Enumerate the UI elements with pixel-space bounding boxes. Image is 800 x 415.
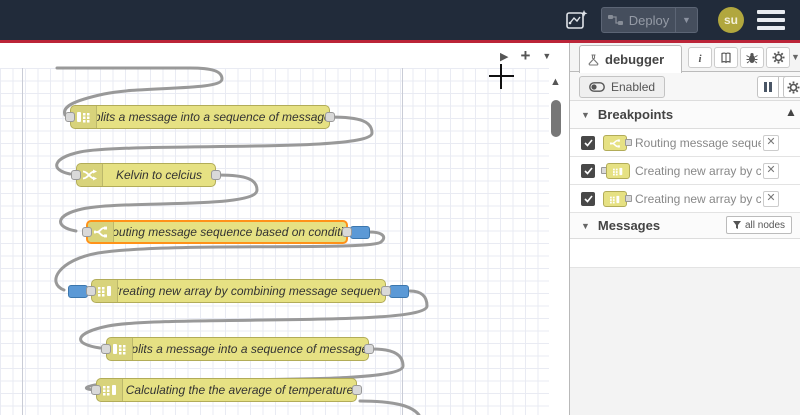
enabled-label: Enabled bbox=[611, 80, 656, 94]
user-avatar[interactable]: su bbox=[718, 7, 744, 33]
messages-empty-row bbox=[570, 239, 800, 268]
breakpoint-label: Creating new array by combini bbox=[635, 164, 761, 178]
deploy-options-chevron[interactable]: ▼ bbox=[675, 8, 697, 32]
node-label: Splits a message into a sequence of mess… bbox=[97, 110, 329, 124]
node-label: Splits a message into a sequence of mess… bbox=[133, 342, 368, 356]
sidebar-tabs-chevron-icon[interactable]: ▼ bbox=[791, 52, 800, 62]
chevron-down-icon: ▼ bbox=[581, 220, 590, 231]
canvas-scrollbar-thumb[interactable] bbox=[551, 100, 561, 137]
messages-section-header[interactable]: ▼ Messages all nodes bbox=[570, 213, 800, 239]
flow-list-chevron-icon[interactable]: ▼ bbox=[542, 51, 551, 61]
tab-debugger[interactable]: debugger bbox=[579, 45, 682, 73]
input-breakpoint-marker[interactable] bbox=[68, 285, 88, 298]
input-port[interactable] bbox=[86, 286, 96, 296]
input-port[interactable] bbox=[82, 227, 92, 237]
switch-node-mini-icon bbox=[603, 135, 627, 151]
output-port[interactable] bbox=[364, 344, 374, 354]
join-node-mini-icon bbox=[606, 163, 630, 179]
breakpoint-checkbox[interactable] bbox=[581, 136, 595, 150]
input-port[interactable] bbox=[101, 344, 111, 354]
breakpoint-row: Creating new array by combini ✕ bbox=[570, 157, 800, 185]
flow-node-split[interactable]: Splits a message into a sequence of mess… bbox=[65, 105, 335, 129]
canvas-scroll-up-icon[interactable]: ▲ bbox=[550, 76, 561, 88]
input-port[interactable] bbox=[71, 170, 81, 180]
canvas-boundary-line bbox=[22, 68, 23, 415]
help-tab-button[interactable] bbox=[714, 47, 738, 68]
flow-node-join[interactable]: Creating new array by combining message … bbox=[68, 279, 409, 303]
breakpoint-checkbox[interactable] bbox=[581, 164, 595, 178]
filter-icon bbox=[733, 221, 741, 229]
node-red-app: Deploy ▼ su ▶ + ▼ ▲ Splits a message int… bbox=[0, 0, 800, 415]
input-port[interactable] bbox=[91, 385, 101, 395]
input-port[interactable] bbox=[65, 112, 75, 122]
messages-filter-button[interactable]: all nodes bbox=[726, 216, 793, 234]
gear-icon bbox=[772, 51, 784, 64]
info-tab-button[interactable]: i bbox=[688, 47, 712, 68]
svg-text:i: i bbox=[698, 53, 702, 64]
tab-debugger-label: debugger bbox=[605, 52, 665, 67]
flow-node-switch[interactable]: Routing message sequence based on condit… bbox=[82, 220, 370, 244]
flow-node-change[interactable]: Kelvin to celcius bbox=[71, 163, 221, 187]
flow-node-join[interactable]: Calculating the the average of temperatu… bbox=[91, 378, 362, 402]
flow-export-button[interactable] bbox=[561, 6, 593, 34]
breakpoint-row: Creating new array by combini ✕ bbox=[570, 185, 800, 213]
toggle-icon bbox=[589, 82, 605, 92]
filter-label: all nodes bbox=[745, 219, 786, 231]
flow-export-icon bbox=[566, 10, 588, 29]
debugger-settings-button[interactable] bbox=[783, 76, 800, 98]
remove-breakpoint-button[interactable]: ✕ bbox=[763, 163, 779, 179]
flow-canvas[interactable]: ▶ + ▼ ▲ Splits a message into a sequence… bbox=[0, 43, 567, 415]
header-bar: Deploy ▼ su bbox=[0, 0, 800, 40]
sidebar-scroll-up-icon[interactable]: ▲ bbox=[785, 105, 797, 119]
node-label: Creating new array by combining message … bbox=[118, 284, 385, 298]
breakpoint-label: Creating new array by combini bbox=[635, 192, 761, 206]
output-breakpoint-marker[interactable] bbox=[350, 226, 370, 239]
deploy-label: Deploy bbox=[628, 12, 670, 28]
output-port[interactable] bbox=[342, 227, 352, 237]
output-port[interactable] bbox=[211, 170, 221, 180]
node-label: Kelvin to celcius bbox=[115, 168, 203, 182]
breakpoint-checkbox[interactable] bbox=[581, 192, 595, 206]
crosshair-cursor bbox=[489, 64, 514, 89]
pause-icon bbox=[764, 82, 772, 92]
right-sidebar: i ▼ debugger Enabled ▼ Breakpoints ▲ Rou… bbox=[569, 43, 800, 415]
flask-icon bbox=[588, 53, 599, 66]
info-icon: i bbox=[698, 53, 702, 64]
node-label: Calculating the the average of temperatu… bbox=[125, 383, 354, 397]
output-port[interactable] bbox=[325, 112, 335, 122]
pause-button[interactable] bbox=[757, 76, 778, 98]
add-flow-icon[interactable]: + bbox=[520, 46, 530, 66]
debugger-enabled-toggle[interactable]: Enabled bbox=[579, 76, 666, 98]
config-tab-button[interactable] bbox=[766, 47, 790, 68]
messages-empty-area bbox=[570, 268, 800, 415]
remove-breakpoint-button[interactable]: ✕ bbox=[763, 135, 779, 151]
chevron-down-icon: ▼ bbox=[581, 109, 590, 120]
flow-node-split[interactable]: Splits a message into a sequence of mess… bbox=[101, 337, 374, 361]
debugger-toolbar: Enabled bbox=[570, 72, 800, 101]
main-menu-button[interactable] bbox=[757, 10, 785, 30]
gear-icon bbox=[787, 81, 800, 93]
output-port-mini bbox=[625, 139, 632, 146]
breakpoint-row: Routing message sequence ba ✕ bbox=[570, 129, 800, 157]
output-port[interactable] bbox=[381, 286, 391, 296]
deploy-icon bbox=[607, 15, 623, 25]
breakpoints-title: Breakpoints bbox=[597, 107, 674, 122]
join-node-mini-icon bbox=[603, 191, 627, 207]
bug-icon bbox=[746, 52, 758, 63]
output-port[interactable] bbox=[352, 385, 362, 395]
book-icon bbox=[721, 51, 731, 63]
expand-palette-icon[interactable]: ▶ bbox=[500, 50, 508, 63]
canvas-toolbar: ▶ + ▼ bbox=[500, 46, 551, 66]
breakpoint-label: Routing message sequence ba bbox=[635, 136, 761, 150]
canvas-boundary-line bbox=[402, 68, 403, 415]
output-port-mini bbox=[625, 195, 632, 202]
debug-tab-button[interactable] bbox=[740, 47, 764, 68]
node-label: Routing message sequence based on condit… bbox=[114, 225, 346, 239]
remove-breakpoint-button[interactable]: ✕ bbox=[763, 191, 779, 207]
breakpoints-section-header[interactable]: ▼ Breakpoints bbox=[570, 101, 800, 129]
output-breakpoint-marker[interactable] bbox=[389, 285, 409, 298]
deploy-button[interactable]: Deploy ▼ bbox=[601, 7, 698, 33]
messages-title: Messages bbox=[597, 218, 661, 233]
